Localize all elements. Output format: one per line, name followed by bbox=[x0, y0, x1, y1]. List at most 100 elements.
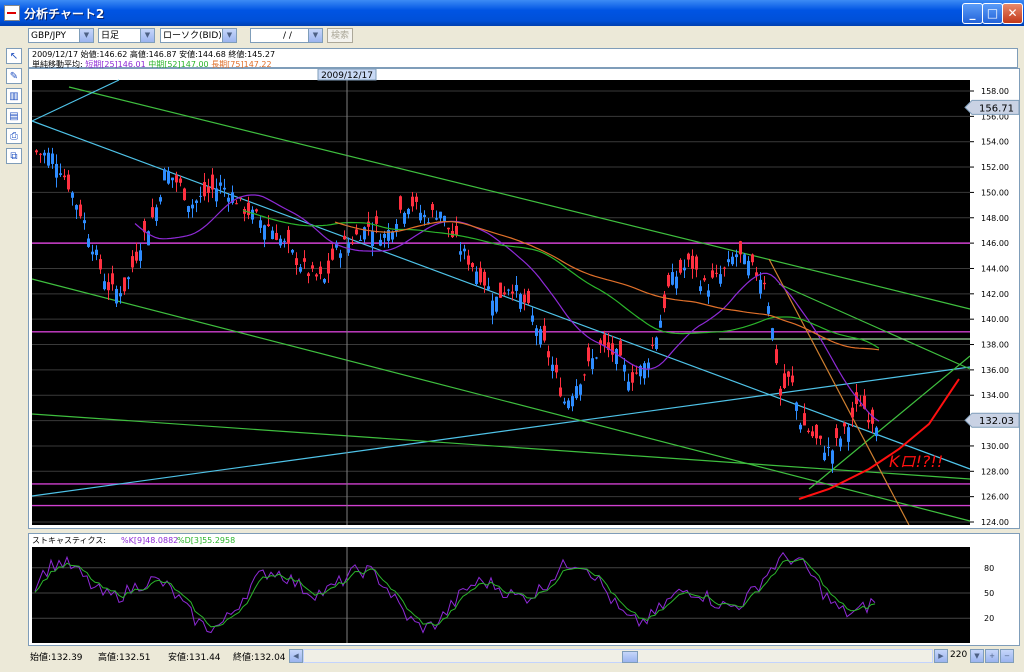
candle-body bbox=[615, 348, 618, 365]
price-tick-label: 126.00 bbox=[981, 493, 1009, 502]
date-input[interactable]: / / ▼ bbox=[250, 28, 323, 43]
candle-body bbox=[391, 231, 394, 240]
bar-count: 220 bbox=[950, 650, 968, 660]
stochastics-chart[interactable]: ストキャスティクス: %K[9]48.0882 %D[3]55.2958 80 5… bbox=[29, 534, 1019, 645]
pencil-tool-icon[interactable]: ✎ bbox=[6, 68, 22, 84]
candle-body bbox=[687, 253, 690, 260]
price-tick-label: 146.00 bbox=[981, 239, 1009, 248]
candle-body bbox=[123, 277, 126, 292]
last-price-tag: 132.03 bbox=[979, 416, 1014, 427]
scroll-left-button[interactable]: ◀ bbox=[289, 649, 303, 663]
candle-body bbox=[831, 450, 834, 464]
candle-body bbox=[119, 293, 122, 297]
zoom-in-button[interactable]: + bbox=[985, 649, 999, 663]
stochastics-tick-label: 80 bbox=[984, 564, 994, 573]
stochastics-label: ストキャスティクス: bbox=[32, 536, 106, 545]
price-tick-label: 140.00 bbox=[981, 315, 1009, 324]
count-down-button[interactable]: ▼ bbox=[970, 649, 984, 663]
handwritten-note: Kロ!?!! bbox=[889, 452, 943, 471]
candle-body bbox=[359, 239, 362, 241]
pair-select[interactable]: GBP/JPY ▼ bbox=[28, 28, 94, 43]
candle-body bbox=[703, 278, 706, 281]
candle-body bbox=[463, 248, 466, 252]
candle-body bbox=[43, 152, 46, 156]
candle-body bbox=[199, 195, 202, 197]
zoom-out-button[interactable]: − bbox=[1000, 649, 1014, 663]
candle-body bbox=[727, 259, 730, 263]
chart-tool-icon[interactable]: ▥ bbox=[6, 88, 22, 104]
candle-body bbox=[611, 343, 614, 355]
minimize-button[interactable]: _ bbox=[962, 3, 983, 24]
candle-body bbox=[487, 286, 490, 290]
candle-body bbox=[175, 175, 178, 183]
candle-body bbox=[815, 424, 818, 439]
candle-body bbox=[355, 229, 358, 235]
candle-body bbox=[511, 291, 514, 294]
candle-body bbox=[519, 294, 522, 309]
close-button[interactable]: ✕ bbox=[1002, 3, 1023, 24]
candle-body bbox=[539, 329, 542, 345]
candle-body bbox=[203, 182, 206, 197]
candle-body bbox=[571, 396, 574, 407]
candle-body bbox=[115, 288, 118, 304]
candle-body bbox=[255, 209, 258, 212]
candle-body bbox=[363, 227, 366, 240]
candle-body bbox=[111, 273, 114, 285]
candle-body bbox=[275, 232, 278, 240]
candle-body bbox=[407, 208, 410, 215]
price-tick-label: 158.00 bbox=[981, 87, 1009, 96]
chart-type-select[interactable]: ローソク(BID) ▼ bbox=[160, 28, 237, 43]
print-tool-icon[interactable]: ⎙ bbox=[6, 128, 22, 144]
main-chart-panel[interactable]: 2009/12/17 158.00 156.00 154.00 152.00 150.0… bbox=[28, 68, 1020, 529]
search-button[interactable]: 検索 bbox=[327, 28, 353, 43]
candle-body bbox=[303, 258, 306, 262]
candle-body bbox=[647, 362, 650, 369]
candle-body bbox=[55, 163, 58, 178]
chevron-down-icon[interactable]: ▼ bbox=[140, 29, 154, 42]
stochastics-tick-label: 50 bbox=[984, 589, 994, 598]
candle-body bbox=[259, 220, 262, 228]
candlestick-chart[interactable]: 2009/12/17 158.00156.00154.00152.00150.0… bbox=[29, 68, 1020, 528]
candle-body bbox=[527, 290, 530, 303]
candle-body bbox=[399, 196, 402, 210]
cursor-tool-icon[interactable]: ↖ bbox=[6, 48, 22, 64]
cursor-date-label: 2009/12/17 bbox=[321, 71, 373, 81]
maximize-button[interactable]: □ bbox=[982, 3, 1003, 24]
candle-body bbox=[623, 364, 626, 372]
stochastics-panel[interactable]: ストキャスティクス: %K[9]48.0882 %D[3]55.2958 80 5… bbox=[28, 533, 1020, 646]
candle-body bbox=[267, 224, 270, 226]
candle-body bbox=[319, 266, 322, 275]
copy-tool-icon[interactable]: ⧉ bbox=[6, 148, 22, 164]
calendar-dropdown-icon[interactable]: ▼ bbox=[308, 29, 322, 42]
candle-body bbox=[91, 251, 94, 255]
candle-body bbox=[603, 334, 606, 346]
candle-body bbox=[127, 277, 130, 280]
candle-body bbox=[731, 256, 734, 265]
candle-body bbox=[635, 372, 638, 374]
candle-body bbox=[219, 182, 222, 186]
candle-body bbox=[75, 205, 78, 210]
candle-body bbox=[683, 267, 686, 271]
candle-body bbox=[351, 242, 354, 244]
horizontal-scrollbar[interactable] bbox=[303, 649, 933, 663]
candle-body bbox=[311, 265, 314, 269]
scroll-thumb[interactable] bbox=[622, 651, 638, 663]
candle-body bbox=[139, 250, 142, 261]
timeframe-select[interactable]: 日足 ▼ bbox=[98, 28, 155, 43]
candle-body bbox=[159, 197, 162, 202]
title-bar[interactable]: 分析チャート2 _ □ ✕ bbox=[0, 0, 1024, 26]
bottom-low: 安値:131.44 bbox=[168, 653, 221, 663]
indicator-tool-icon[interactable]: ▤ bbox=[6, 108, 22, 124]
candle-body bbox=[403, 212, 406, 224]
candle-body bbox=[783, 373, 786, 388]
candle-body bbox=[643, 363, 646, 379]
candle-body bbox=[287, 229, 290, 244]
chevron-down-icon[interactable]: ▼ bbox=[222, 29, 236, 42]
candle-body bbox=[547, 351, 550, 358]
candle-body bbox=[195, 200, 198, 203]
candle-body bbox=[87, 238, 90, 247]
scroll-right-button[interactable]: ▶ bbox=[934, 649, 948, 663]
candle-body bbox=[47, 152, 50, 166]
candle-body bbox=[103, 281, 106, 290]
chevron-down-icon[interactable]: ▼ bbox=[79, 29, 93, 42]
